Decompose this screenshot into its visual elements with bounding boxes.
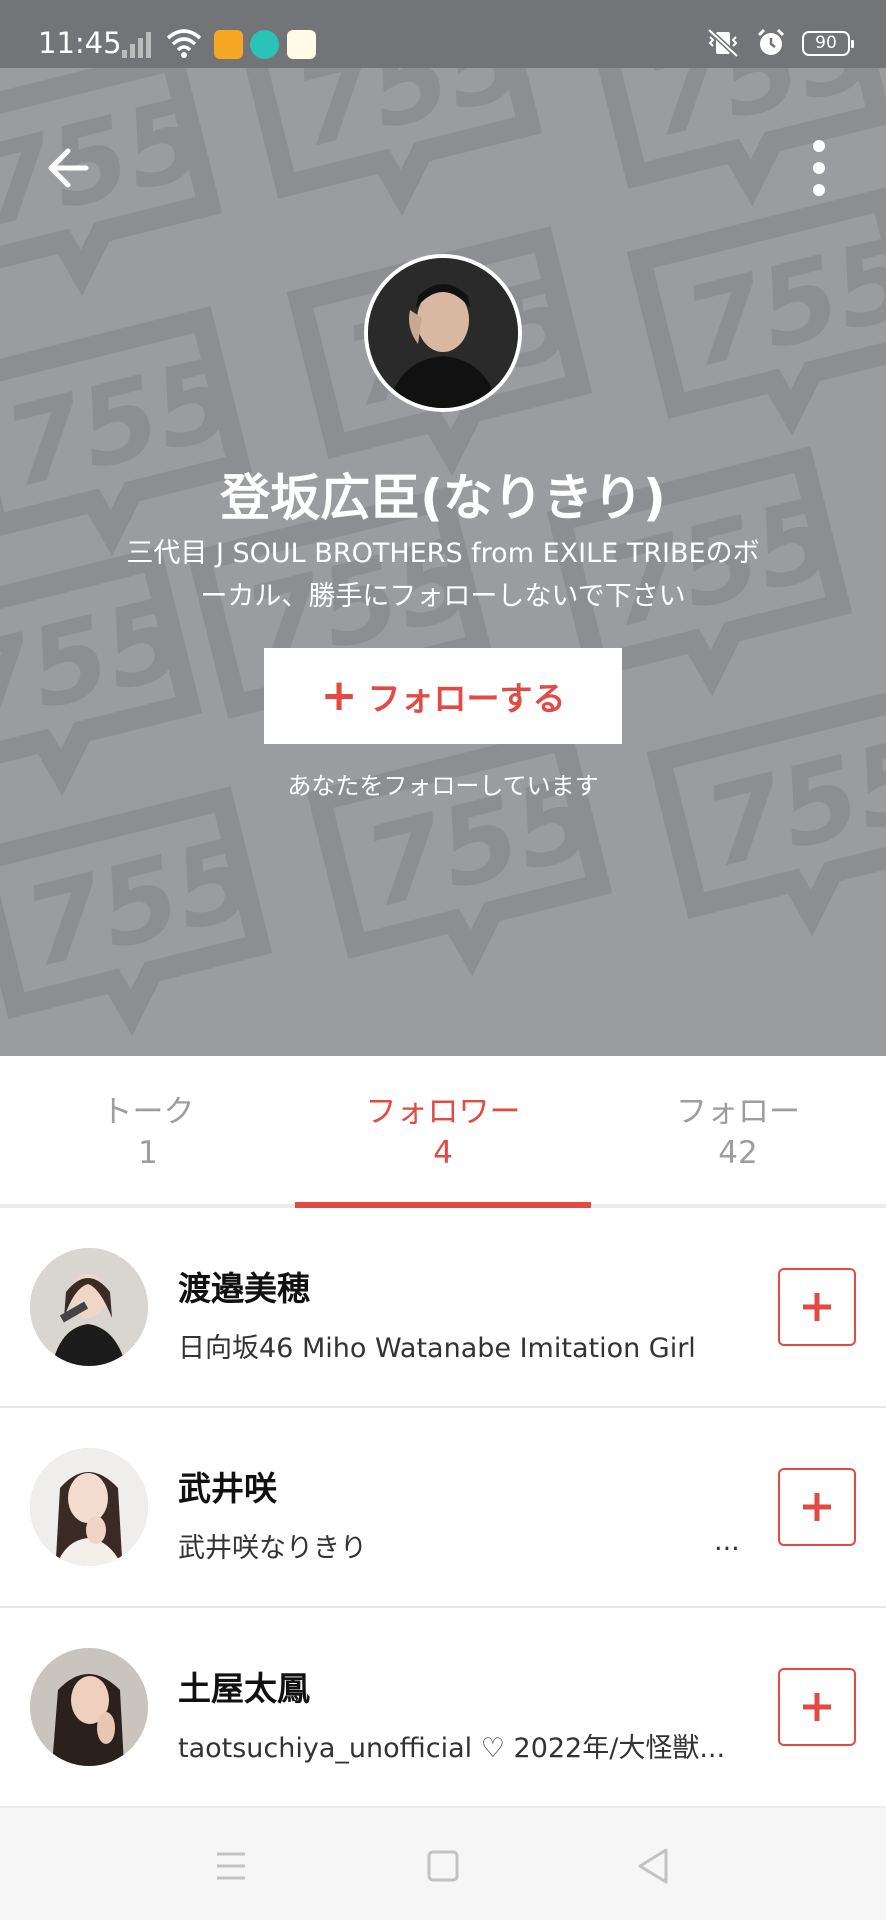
home-app-icon: [287, 30, 316, 59]
list-item[interactable]: 武井咲 武井咲なりきり ...: [0, 1408, 886, 1608]
add-follow-button[interactable]: [778, 1468, 856, 1546]
tab-talk[interactable]: トーク 1: [0, 1092, 296, 1174]
wifi-icon: [166, 29, 202, 58]
follower-description: taotsuchiya_unofficial ♡ 2022年/大怪獣...: [178, 1733, 726, 1764]
follow-button[interactable]: + フォローする: [264, 648, 622, 744]
signal-icon: [122, 32, 151, 58]
more-options-button[interactable]: [804, 136, 834, 200]
square-home-icon: [427, 1850, 459, 1882]
follower-description: 武井咲なりきり: [178, 1533, 367, 1564]
status-bar: 11:45 90: [0, 0, 886, 68]
add-follow-button[interactable]: [778, 1668, 856, 1746]
nav-home-button[interactable]: [415, 1838, 471, 1894]
avatar: [30, 1648, 148, 1766]
system-navigation-bar: [0, 1806, 886, 1920]
follows-you-label: あなたをフォローしています: [287, 772, 599, 800]
nav-menu-button[interactable]: [203, 1838, 259, 1894]
alarm-icon: [757, 28, 785, 55]
profile-tabs: トーク 1 フォロワー 4 フォロー 42: [0, 1056, 886, 1208]
arrow-left-icon: [48, 148, 89, 188]
watermark-bubble: 755: [646, 686, 886, 937]
plus-icon: [803, 1293, 831, 1321]
follower-name: 土屋太鳳: [178, 1669, 310, 1708]
follower-list: 渡邉美穂 日向坂46 Miho Watanabe Imitation Girl …: [0, 1208, 886, 1808]
triangle-back-icon: [638, 1848, 668, 1884]
menu-icon: [217, 1852, 245, 1880]
plus-icon: [803, 1493, 831, 1521]
nav-back-button[interactable]: [626, 1838, 682, 1894]
vibrate-icon: [707, 28, 739, 58]
add-follow-button[interactable]: [778, 1268, 856, 1346]
profile-avatar[interactable]: [364, 254, 522, 412]
profile-name: 登坂広臣(なりきり): [220, 469, 666, 527]
avatar: [30, 1248, 148, 1366]
status-time: 11:45: [38, 26, 122, 60]
profile-header: 755755755755755755755755755755755755 11:…: [0, 0, 886, 1056]
list-item[interactable]: 土屋太鳳 taotsuchiya_unofficial ♡ 2022年/大怪獣.…: [0, 1608, 886, 1808]
list-item[interactable]: 渡邉美穂 日向坂46 Miho Watanabe Imitation Girl: [0, 1208, 886, 1408]
description-ellipsis: ...: [714, 1526, 740, 1557]
tab-followers[interactable]: フォロワー 4: [295, 1092, 591, 1174]
profile-bio: 三代目 J SOUL BROTHERS from EXILE TRIBEのボ ー…: [126, 538, 760, 612]
music-app-icon: [214, 30, 243, 59]
m-app-icon: [250, 30, 279, 59]
follower-name: 渡邉美穂: [178, 1269, 310, 1308]
watermark-bubble: 755: [626, 186, 886, 437]
watermark-bubble: 755: [0, 786, 273, 1037]
battery-indicator: 90: [802, 30, 854, 56]
plus-icon: [803, 1693, 831, 1721]
follower-description: 日向坂46 Miho Watanabe Imitation Girl: [178, 1333, 696, 1364]
follower-name: 武井咲: [178, 1469, 277, 1508]
plus-icon: +: [320, 670, 358, 721]
watermark-bubble: 755: [0, 46, 223, 297]
avatar: [30, 1448, 148, 1566]
back-button[interactable]: [42, 140, 98, 196]
more-vertical-icon: [813, 140, 825, 152]
tab-following[interactable]: フォロー 42: [590, 1092, 886, 1174]
